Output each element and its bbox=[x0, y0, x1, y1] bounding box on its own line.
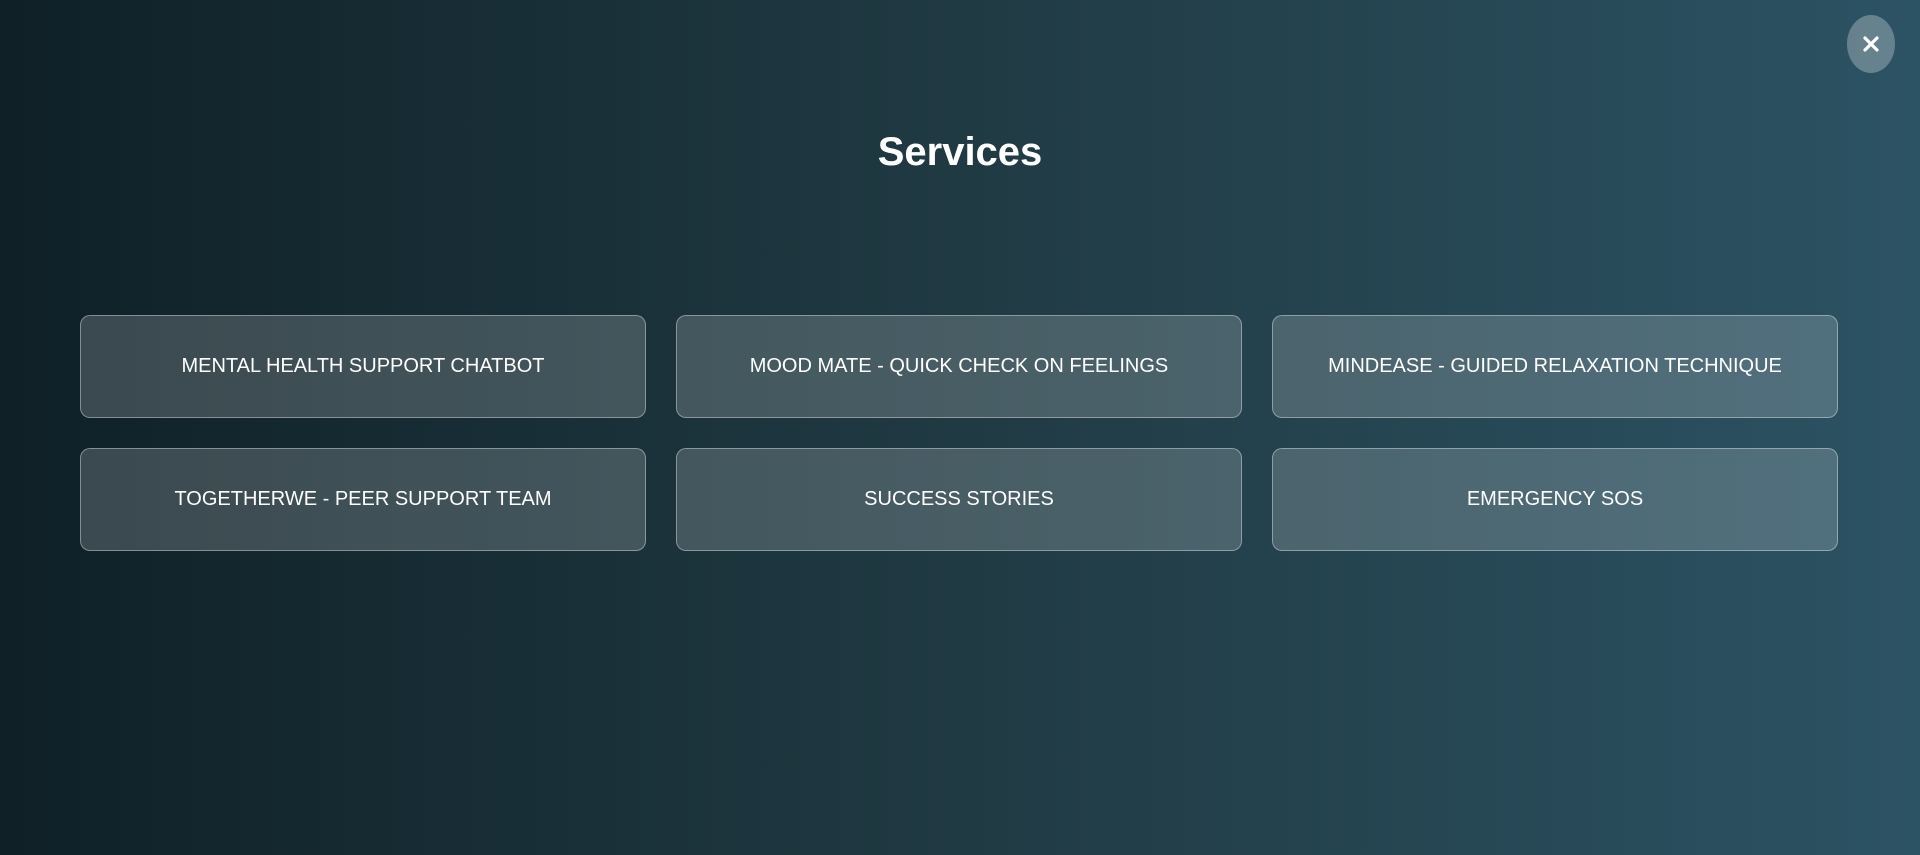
service-card-chatbot[interactable]: MENTAL HEALTH SUPPORT CHATBOT bbox=[80, 315, 646, 418]
service-card-mindease[interactable]: MINDEASE - GUIDED RELAXATION TECHNIQUE bbox=[1272, 315, 1838, 418]
services-modal: Services MENTAL HEALTH SUPPORT CHATBOT M… bbox=[0, 0, 1920, 855]
service-card-emergency-sos[interactable]: EMERGENCY SOS bbox=[1272, 448, 1838, 551]
page-title: Services bbox=[877, 130, 1043, 174]
service-card-togetherwe[interactable]: TOGETHERWE - PEER SUPPORT TEAM bbox=[80, 448, 646, 551]
close-icon bbox=[1863, 36, 1879, 52]
service-card-mood-mate[interactable]: MOOD MATE - QUICK CHECK ON FEELINGS bbox=[676, 315, 1242, 418]
close-button[interactable] bbox=[1847, 15, 1895, 73]
service-card-success-stories[interactable]: SUCCESS STORIES bbox=[676, 448, 1242, 551]
services-grid: MENTAL HEALTH SUPPORT CHATBOT MOOD MATE … bbox=[80, 315, 1840, 551]
